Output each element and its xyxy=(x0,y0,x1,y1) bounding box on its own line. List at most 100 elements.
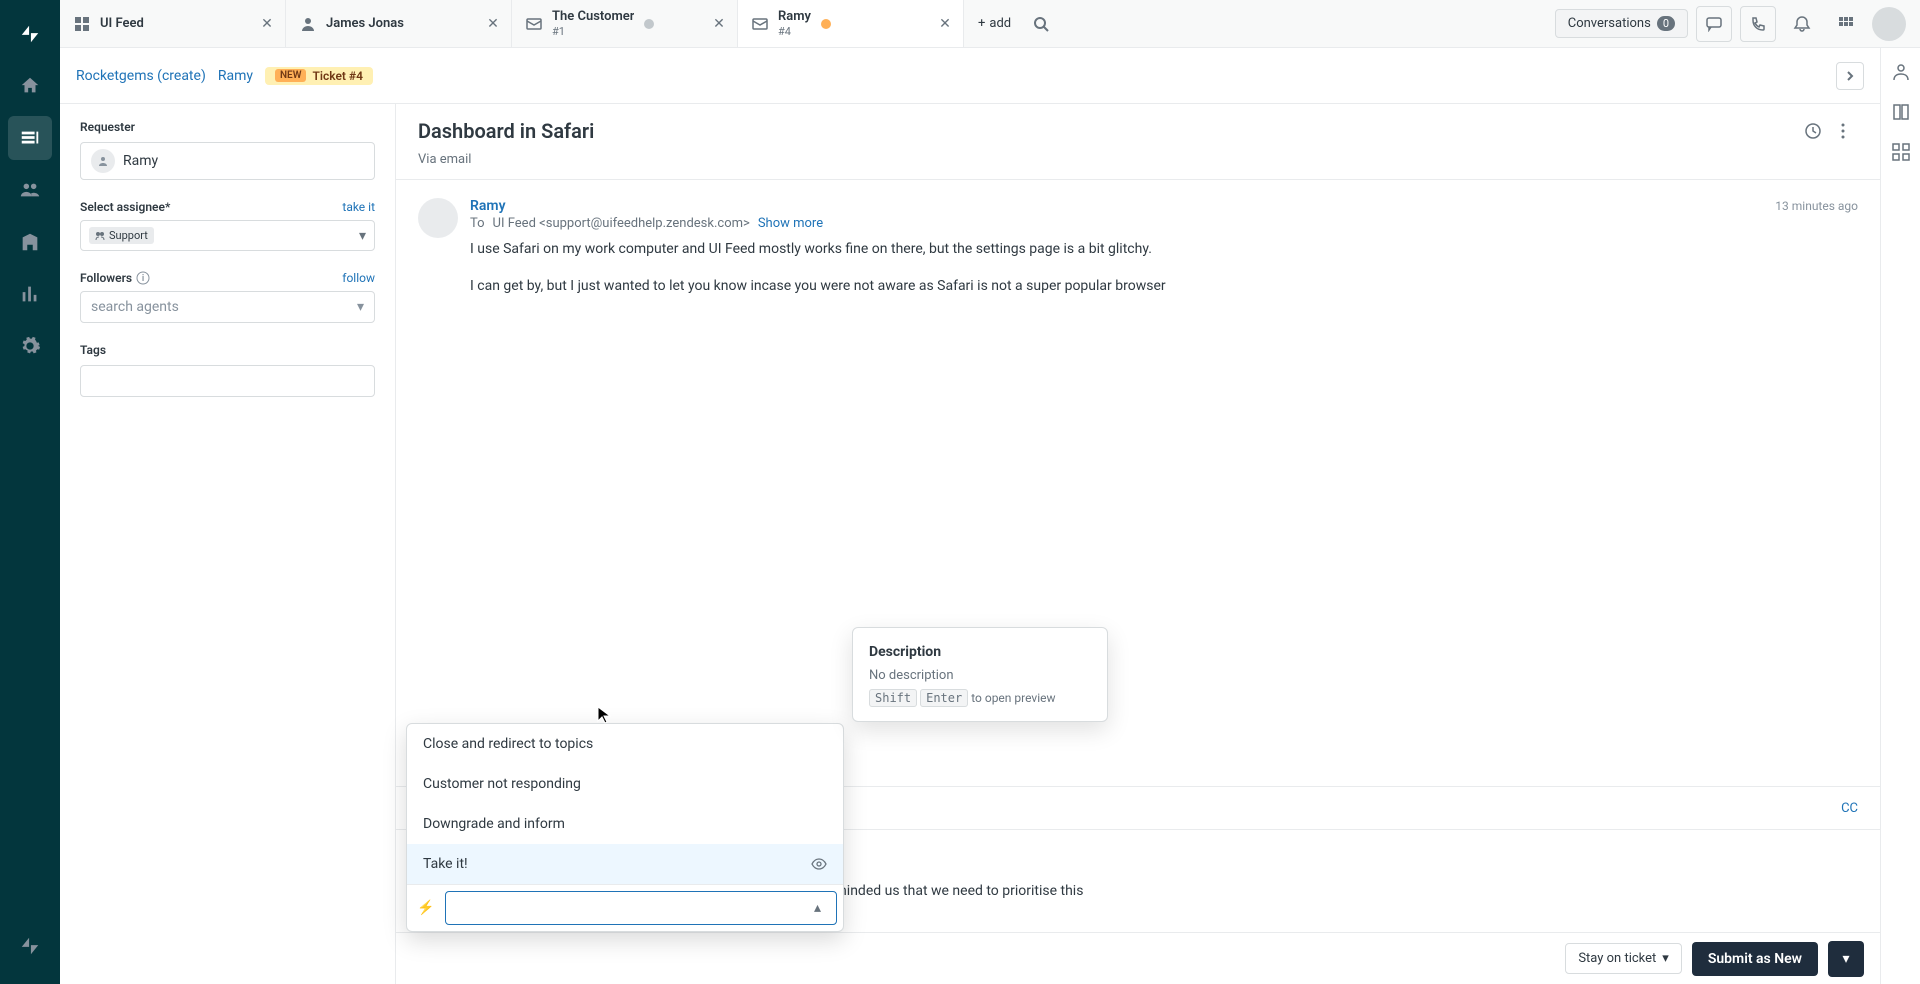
add-label: add xyxy=(989,16,1011,31)
user-icon xyxy=(1891,62,1911,82)
kbd-enter: Enter xyxy=(920,689,968,707)
stay-label: Stay on ticket xyxy=(1578,951,1656,966)
followers-label-wrap: Followers i xyxy=(80,271,150,285)
chevron-down-icon: ▾ xyxy=(1842,951,1849,967)
chat-icon xyxy=(1706,16,1722,32)
followers-placeholder: search agents xyxy=(91,299,179,315)
requester-field[interactable]: Ramy xyxy=(80,142,375,180)
info-icon[interactable]: i xyxy=(136,271,150,285)
expand-sidebar-button[interactable] xyxy=(1836,62,1864,90)
chevron-down-icon: ▾ xyxy=(1662,951,1669,966)
breadcrumb-org-link[interactable]: Rocketgems (create) xyxy=(76,68,206,84)
assignee-label: Select assignee* xyxy=(80,200,170,214)
tab-the-customer[interactable]: The Customer #1 ✕ xyxy=(512,0,738,47)
context-user-button[interactable] xyxy=(1891,62,1911,82)
nav-reporting[interactable] xyxy=(8,272,52,316)
nav-admin[interactable] xyxy=(8,324,52,368)
message-timestamp: 13 minutes ago xyxy=(1775,199,1858,213)
group-icon xyxy=(95,231,105,241)
nav-views[interactable] xyxy=(8,116,52,160)
top-tab-bar: UI Feed ✕ James Jonas ✕ The Customer #1 … xyxy=(60,0,1920,48)
context-apps-button[interactable] xyxy=(1891,142,1911,162)
notifications-button[interactable] xyxy=(1784,6,1820,42)
to-address: UI Feed <support@uifeedhelp.zendesk.com> xyxy=(493,216,750,231)
ticket-icon xyxy=(752,16,768,32)
assignee-group: Support xyxy=(109,229,148,242)
message: Ramy 13 minutes ago To UI Feed <support@… xyxy=(418,198,1858,313)
cc-link[interactable]: CC xyxy=(1841,801,1858,816)
tab-ramy[interactable]: Ramy #4 ✕ xyxy=(738,0,964,47)
macro-item[interactable]: Close and redirect to topics xyxy=(407,724,843,764)
tab-subtitle: #1 xyxy=(552,25,634,38)
chat-button[interactable] xyxy=(1696,6,1732,42)
apps-icon xyxy=(1838,16,1854,32)
profile-avatar[interactable] xyxy=(1872,7,1906,41)
tab-title: James Jonas xyxy=(326,16,404,32)
requester-name: Ramy xyxy=(123,153,158,169)
search-button[interactable] xyxy=(1025,8,1057,40)
macro-list: Close and redirect to topics Customer no… xyxy=(407,724,843,884)
macro-item[interactable]: Downgrade and inform xyxy=(407,804,843,844)
phone-icon xyxy=(1750,16,1766,32)
context-knowledge-button[interactable] xyxy=(1891,102,1911,122)
assignee-select[interactable]: Support ▾ xyxy=(80,220,375,251)
macro-item[interactable]: Take it! xyxy=(407,844,843,884)
show-more-link[interactable]: Show more xyxy=(758,216,823,231)
ticket-icon xyxy=(526,16,542,32)
follow-link[interactable]: follow xyxy=(342,271,375,285)
take-it-link[interactable]: take it xyxy=(342,200,375,214)
nav-organizations[interactable] xyxy=(8,220,52,264)
close-icon[interactable]: ✕ xyxy=(711,16,727,32)
nav-customers[interactable] xyxy=(8,168,52,212)
tab-subtitle: #4 xyxy=(778,25,811,38)
nav-home[interactable] xyxy=(8,64,52,108)
avatar xyxy=(91,149,115,173)
followers-input[interactable]: search agents ▾ xyxy=(80,291,375,323)
avatar[interactable] xyxy=(418,198,458,238)
chevron-down-icon: ▾ xyxy=(357,299,364,315)
ticket-footer: Stay on ticket ▾ Submit as New ▾ xyxy=(396,932,1880,984)
events-button[interactable] xyxy=(1798,116,1828,146)
tab-title: Ramy xyxy=(778,9,811,25)
close-icon[interactable]: ✕ xyxy=(485,16,501,32)
chevron-down-icon: ▾ xyxy=(359,228,366,244)
message-sender-link[interactable]: Ramy xyxy=(470,198,506,214)
keyboard-hint: Shift Enter to open preview xyxy=(869,691,1091,705)
bell-icon xyxy=(1793,15,1811,33)
submit-button[interactable]: Submit as New xyxy=(1692,942,1818,976)
ticket-number-label: Ticket #4 xyxy=(312,69,362,83)
tags-input[interactable] xyxy=(80,365,375,397)
svg-text:i: i xyxy=(142,274,144,284)
tab-title: The Customer xyxy=(552,9,634,25)
submit-status-dropdown[interactable]: ▾ xyxy=(1828,941,1864,977)
followers-label: Followers xyxy=(80,271,132,285)
chevron-right-icon xyxy=(1844,70,1856,82)
tab-james-jonas[interactable]: James Jonas ✕ xyxy=(286,0,512,47)
macro-item[interactable]: Customer not responding xyxy=(407,764,843,804)
phone-button[interactable] xyxy=(1740,6,1776,42)
close-icon[interactable]: ✕ xyxy=(937,16,953,32)
macro-search-input[interactable] xyxy=(445,891,837,925)
clock-icon xyxy=(1804,122,1822,140)
conversations-label: Conversations xyxy=(1568,16,1651,31)
nav-zendesk-logo[interactable] xyxy=(8,12,52,56)
nav-zendesk-suite[interactable] xyxy=(8,924,52,968)
bolt-icon: ⚡ xyxy=(413,900,439,916)
ticket-subject: Dashboard in Safari xyxy=(418,119,1798,143)
apps-button[interactable] xyxy=(1828,6,1864,42)
breadcrumb-bar: Rocketgems (create) Ramy NEW Ticket #4 xyxy=(60,48,1880,104)
description-body: No description xyxy=(869,668,1091,683)
grid-icon xyxy=(1891,142,1911,162)
eye-icon[interactable] xyxy=(811,856,827,872)
conversations-button[interactable]: Conversations 0 xyxy=(1555,9,1688,38)
tab-title: UI Feed xyxy=(100,16,144,32)
stay-on-ticket-dropdown[interactable]: Stay on ticket ▾ xyxy=(1565,943,1682,974)
close-icon[interactable]: ✕ xyxy=(259,16,275,32)
right-context-rail xyxy=(1880,48,1920,984)
chevron-up-icon[interactable]: ▴ xyxy=(814,900,821,916)
user-icon xyxy=(300,16,316,32)
add-tab-button[interactable]: + add xyxy=(970,8,1019,40)
more-actions-button[interactable] xyxy=(1828,116,1858,146)
breadcrumb-user-link[interactable]: Ramy xyxy=(218,68,253,84)
tab-ui-feed[interactable]: UI Feed ✕ xyxy=(60,0,286,47)
